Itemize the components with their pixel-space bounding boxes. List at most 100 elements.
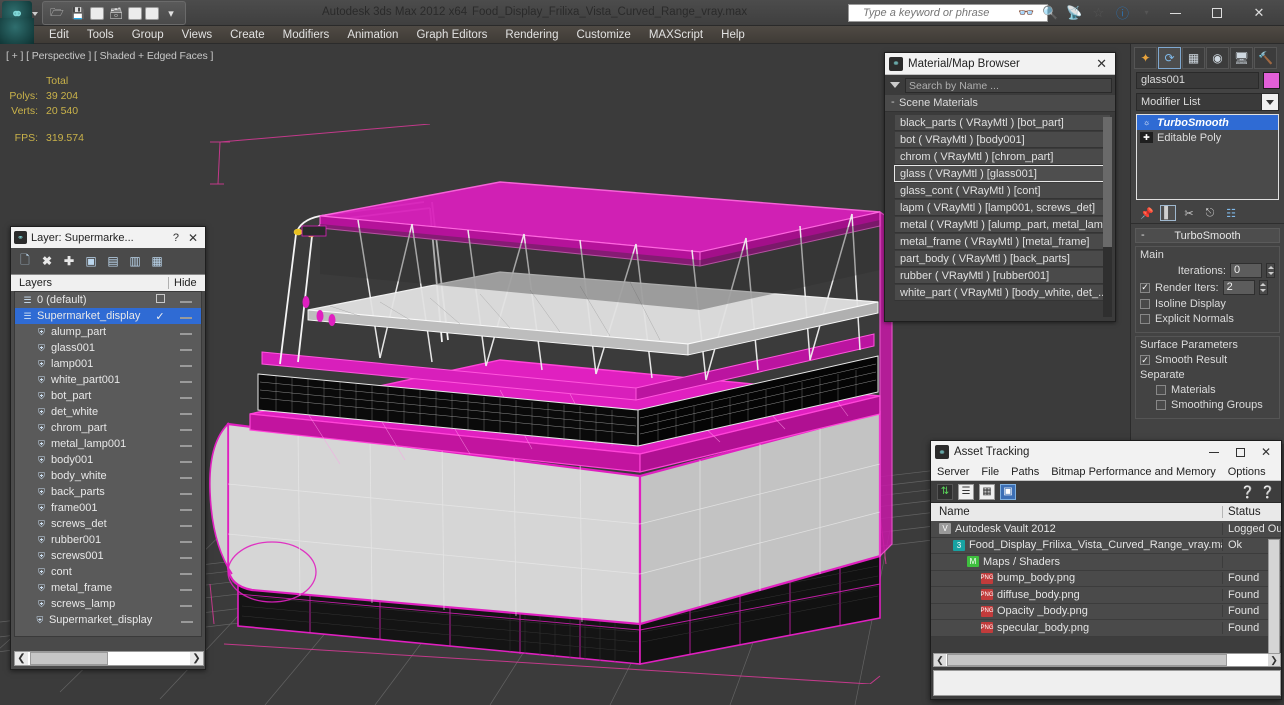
modifier-stack[interactable]: ☼ TurboSmooth ✚ Editable Poly: [1136, 114, 1279, 200]
layer-hide-toggle[interactable]: [171, 502, 201, 514]
material-row[interactable]: glass ( VRayMtl ) [glass001]: [894, 165, 1111, 182]
menu-group[interactable]: Group: [123, 26, 173, 44]
material-row[interactable]: white_part ( VRayMtl ) [body_white, det_…: [894, 284, 1111, 301]
detail-view-icon[interactable]: ▦: [979, 483, 995, 500]
layer-row[interactable]: ⛨ chrom_part: [15, 420, 201, 436]
layer-manager-dialog[interactable]: ⚭ Layer: Supermarke... ? ✕ 🗋 ✖ ✚ ▣ ▤ ▥ ▦…: [10, 226, 206, 670]
favorites-icon[interactable]: ☆: [1090, 4, 1107, 21]
utilities-tab[interactable]: 🔨: [1254, 47, 1277, 69]
chevron-down-icon[interactable]: [1261, 94, 1278, 110]
new-layer-icon[interactable]: 🗋: [17, 253, 33, 269]
layer-hide-toggle[interactable]: [171, 422, 201, 434]
open-icon[interactable]: 🗁: [48, 4, 66, 22]
layer-hide-toggle[interactable]: [171, 454, 201, 466]
turbosmooth-rollout-header[interactable]: TurboSmooth: [1135, 228, 1280, 243]
layer-hide-toggle[interactable]: [171, 566, 201, 578]
scroll-left-icon[interactable]: ❮: [15, 653, 28, 664]
layer-row[interactable]: ⛨ rubber001: [15, 532, 201, 548]
render-iters-checkbox[interactable]: ✓ Render Iters:: [1140, 282, 1219, 294]
layer-hide-toggle[interactable]: [171, 534, 201, 546]
layer-hide-toggle[interactable]: [171, 326, 201, 338]
isoline-display-checkbox[interactable]: Isoline Display: [1140, 298, 1275, 310]
add-selection-icon[interactable]: ▥: [127, 253, 143, 269]
layer-close-icon[interactable]: ✕: [184, 231, 202, 245]
scroll-right-icon[interactable]: ❯: [1268, 655, 1280, 666]
material-row[interactable]: metal ( VRayMtl ) [alump_part, metal_lam…: [894, 216, 1111, 233]
set-current-icon[interactable]: ▦: [149, 253, 165, 269]
checkbox-box[interactable]: ✓: [1140, 355, 1150, 365]
menu-help[interactable]: Help: [712, 26, 754, 44]
modifier-stack-row[interactable]: ✚ Editable Poly: [1137, 130, 1278, 145]
asset-row[interactable]: PNG bump_body.png Found: [931, 571, 1281, 587]
asset-tracking-rows[interactable]: V Autodesk Vault 2012 Logged Ou 3 Food_Displ…: [931, 521, 1281, 637]
at-menu-bitmap[interactable]: Bitmap Performance and Memory: [1045, 466, 1221, 478]
layer-row[interactable]: ⛨ white_part001: [15, 372, 201, 388]
display-tab[interactable]: 🖥: [1230, 47, 1253, 69]
layer-row[interactable]: ⛨ Supermarket_display: [15, 612, 201, 628]
material-map-browser[interactable]: ⚭ Material/Map Browser ✕ Search by Name …: [884, 52, 1116, 322]
at-horizontal-scrollbar[interactable]: ❮ ❯: [933, 653, 1281, 667]
material-row[interactable]: metal_frame ( VRayMtl ) [metal_frame]: [894, 233, 1111, 250]
material-row[interactable]: bot ( VRayMtl ) [body001]: [894, 131, 1111, 148]
layer-row[interactable]: ⛨ body_white: [15, 468, 201, 484]
layer-hide-toggle[interactable]: [171, 518, 201, 530]
menu-create[interactable]: Create: [221, 26, 274, 44]
layer-row[interactable]: ⛨ screws_det: [15, 516, 201, 532]
mmb-close-icon[interactable]: ✕: [1092, 56, 1111, 72]
at-close-button[interactable]: ✕: [1253, 443, 1279, 461]
add-layer-icon[interactable]: ✚: [61, 253, 77, 269]
layer-row[interactable]: ⛨ screws001: [15, 548, 201, 564]
render-iters-spinner[interactable]: [1258, 280, 1268, 295]
asset-row[interactable]: PNG diffuse_body.png Found: [931, 587, 1281, 604]
at-menu-file[interactable]: File: [975, 466, 1005, 478]
layer-row[interactable]: ⛨ back_parts: [15, 484, 201, 500]
new-icon[interactable]: [128, 6, 142, 20]
checkbox-box[interactable]: ✓: [1140, 282, 1150, 293]
set-icon[interactable]: [145, 6, 159, 20]
command-panel[interactable]: ✦ ⟳ ▦ ◉ 🖥 🔨 glass001 Modifier List ☼ Turb…: [1130, 44, 1284, 444]
modify-tab[interactable]: ⟳: [1158, 47, 1181, 69]
checkbox-box[interactable]: [1156, 400, 1166, 410]
hierarchy-tab[interactable]: ▦: [1182, 47, 1205, 69]
layer-hide-toggle[interactable]: [171, 438, 201, 450]
at-scroll-track[interactable]: [946, 654, 1268, 666]
material-row[interactable]: rubber ( VRayMtl ) [rubber001]: [894, 267, 1111, 284]
asset-row[interactable]: PNG specular_body.png Found: [931, 620, 1281, 637]
select-objects-icon[interactable]: ▣: [83, 253, 99, 269]
at-scroll-thumb[interactable]: [947, 654, 1227, 666]
scroll-right-icon[interactable]: ❯: [190, 653, 203, 664]
menu-modifiers[interactable]: Modifiers: [274, 26, 339, 44]
mmb-group-scene-materials[interactable]: Scene Materials: [885, 95, 1115, 112]
asset-tracking-window[interactable]: ⚭ Asset Tracking ✕ Server File Paths Bitmap…: [930, 440, 1282, 700]
select-highlight-icon[interactable]: ▤: [105, 253, 121, 269]
asset-row[interactable]: 3 Food_Display_Frilixa_Vista_Curved_Range…: [931, 538, 1281, 554]
at-menu-paths[interactable]: Paths: [1005, 466, 1045, 478]
save-icon[interactable]: 💾: [69, 4, 87, 22]
minimize-button[interactable]: [1154, 2, 1196, 24]
checkbox-box[interactable]: [1140, 299, 1150, 309]
mmb-material-list[interactable]: black_parts ( VRayMtl ) [bot_part] bot ( …: [885, 112, 1115, 301]
material-row[interactable]: part_body ( VRayMtl ) [back_parts]: [894, 250, 1111, 267]
create-tab[interactable]: ✦: [1134, 47, 1157, 69]
material-row[interactable]: black_parts ( VRayMtl ) [bot_part]: [894, 114, 1111, 131]
at-maximize-button[interactable]: [1227, 443, 1253, 461]
layer-hide-toggle[interactable]: [171, 294, 201, 306]
layer-row[interactable]: ⛨ cont: [15, 564, 201, 580]
pin-stack-icon[interactable]: 📌: [1139, 205, 1155, 221]
grid-view-icon[interactable]: ▣: [1000, 483, 1016, 500]
modifier-stack-row[interactable]: ☼ TurboSmooth: [1137, 115, 1278, 130]
layer-row[interactable]: ⛨ body001: [15, 452, 201, 468]
modifier-list-dropdown[interactable]: Modifier List: [1136, 93, 1279, 111]
mmb-search-row[interactable]: Search by Name ...: [885, 75, 1115, 95]
layer-hide-toggle[interactable]: [171, 598, 201, 610]
layer-row[interactable]: ⛨ lamp001: [15, 356, 201, 372]
expand-icon[interactable]: ✚: [1140, 132, 1153, 143]
layer-hide-toggle[interactable]: [171, 406, 201, 418]
configure-sets-icon[interactable]: ☷: [1223, 205, 1239, 221]
materials-checkbox[interactable]: Materials: [1140, 384, 1275, 396]
checkbox-box[interactable]: [155, 294, 165, 303]
at-menu-server[interactable]: Server: [931, 466, 975, 478]
undo-icon[interactable]: [90, 6, 104, 20]
layer-row[interactable]: ⛨ alump_part: [15, 324, 201, 340]
layer-help-button[interactable]: ?: [168, 232, 184, 244]
